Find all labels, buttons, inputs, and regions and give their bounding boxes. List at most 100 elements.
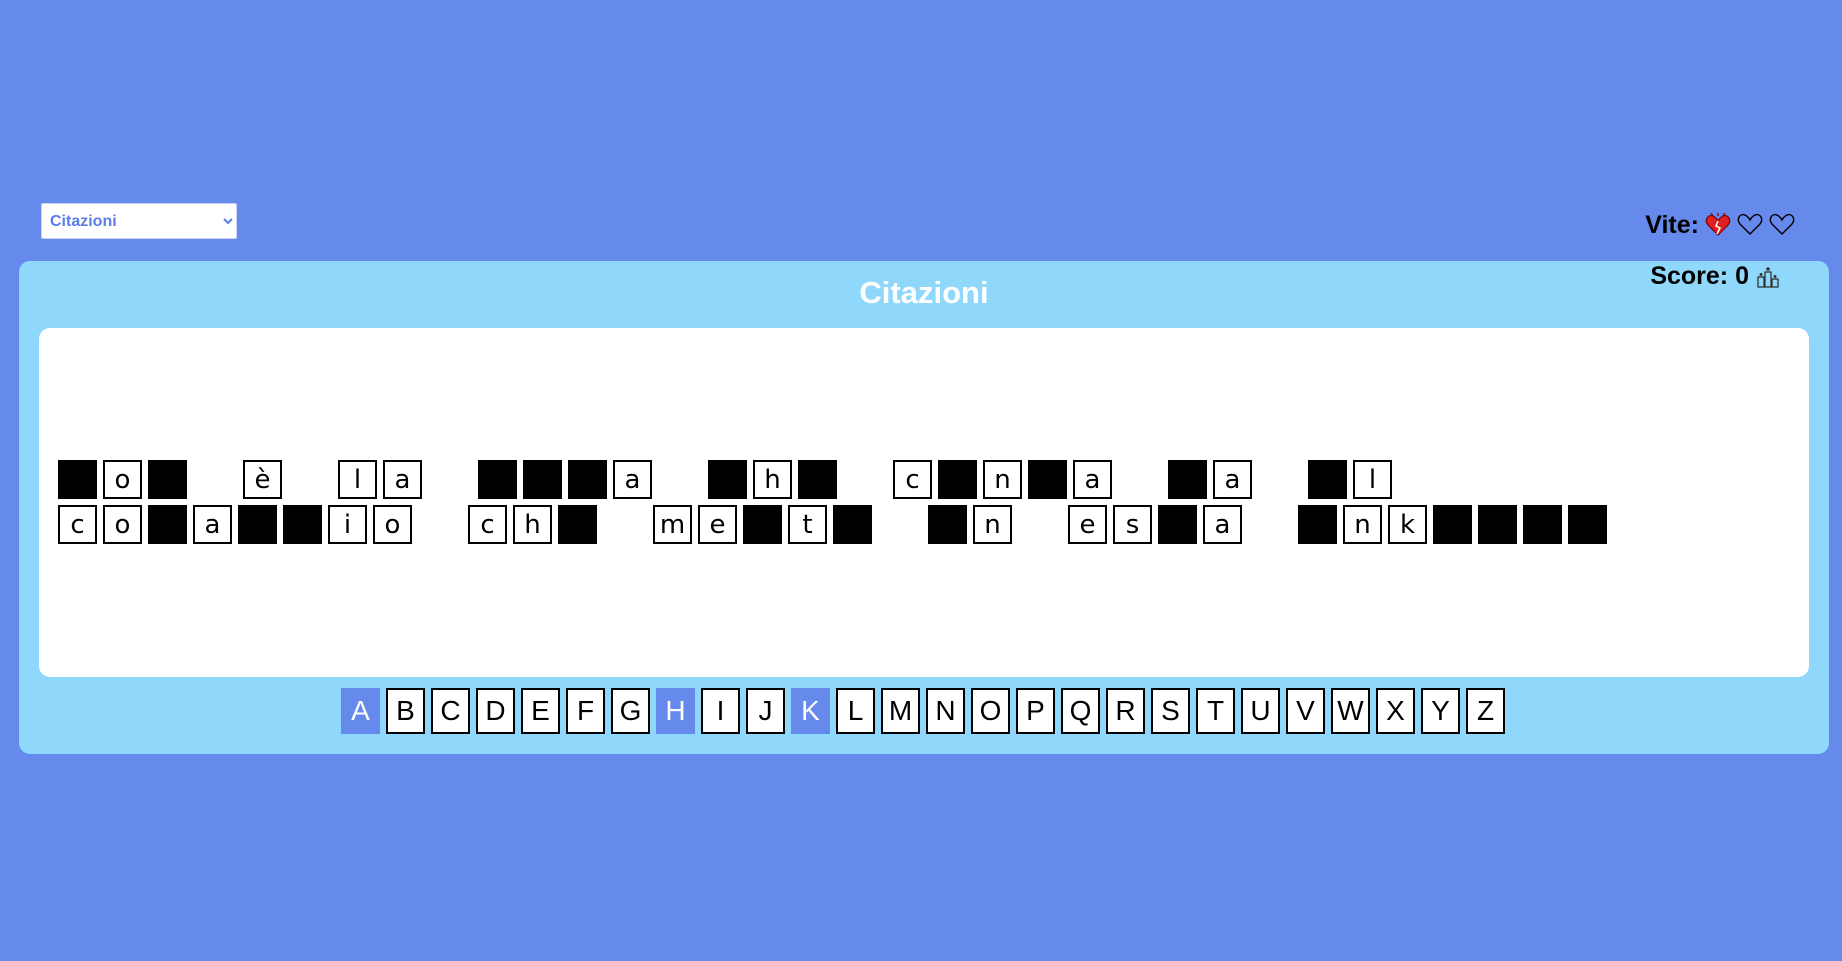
letter-key-z[interactable]: Z bbox=[1466, 688, 1505, 734]
letter-tile: a bbox=[1203, 505, 1242, 544]
phrase: oèlaahcnaalcoaiochmetnesank bbox=[58, 460, 1803, 544]
game-panel: Score: 0 Citazioni oèlaahcnaalcoaiochmet… bbox=[19, 261, 1829, 754]
phrase-board: oèlaahcnaalcoaiochmetnesank bbox=[39, 328, 1809, 677]
hidden-letter-tile bbox=[1028, 460, 1067, 499]
hidden-letter-tile bbox=[1568, 505, 1607, 544]
letter-tile: a bbox=[193, 505, 232, 544]
phrase-word: la bbox=[338, 460, 428, 499]
heart-broken-icon bbox=[1705, 212, 1731, 237]
letter-key-r[interactable]: R bbox=[1106, 688, 1145, 734]
letter-key-b[interactable]: B bbox=[386, 688, 425, 734]
letter-tile: s bbox=[1113, 505, 1152, 544]
letter-key-j[interactable]: J bbox=[746, 688, 785, 734]
letter-tile: a bbox=[1073, 460, 1112, 499]
letter-key-g[interactable]: G bbox=[611, 688, 650, 734]
lives-label: Vite: bbox=[1645, 210, 1699, 239]
letter-key-w[interactable]: W bbox=[1331, 688, 1370, 734]
letter-tile: c bbox=[893, 460, 932, 499]
letter-tile: a bbox=[1213, 460, 1252, 499]
hidden-letter-tile bbox=[58, 460, 97, 499]
phrase-word: cna bbox=[893, 460, 1118, 499]
letter-tile: t bbox=[788, 505, 827, 544]
letter-tile: o bbox=[373, 505, 412, 544]
hidden-letter-tile bbox=[148, 505, 187, 544]
letter-tile: h bbox=[513, 505, 552, 544]
hidden-letter-tile bbox=[523, 460, 562, 499]
heart-outline-icon bbox=[1737, 213, 1763, 237]
hidden-letter-tile bbox=[938, 460, 977, 499]
letter-key-u[interactable]: U bbox=[1241, 688, 1280, 734]
hidden-letter-tile bbox=[558, 505, 597, 544]
letter-tile: e bbox=[1068, 505, 1107, 544]
letter-tile: o bbox=[103, 505, 142, 544]
phrase-word: nk bbox=[1298, 505, 1613, 544]
phrase-word: è bbox=[243, 460, 288, 499]
letter-tile: n bbox=[983, 460, 1022, 499]
letter-key-q[interactable]: Q bbox=[1061, 688, 1100, 734]
letter-tile: m bbox=[653, 505, 692, 544]
hidden-letter-tile bbox=[833, 505, 872, 544]
phrase-word: a bbox=[1168, 460, 1258, 499]
letter-key-h[interactable]: H bbox=[656, 688, 695, 734]
letter-tile: e bbox=[698, 505, 737, 544]
hidden-letter-tile bbox=[743, 505, 782, 544]
letter-tile: o bbox=[103, 460, 142, 499]
hidden-letter-tile bbox=[1308, 460, 1347, 499]
phrase-word: ch bbox=[468, 505, 603, 544]
letter-tile: c bbox=[58, 505, 97, 544]
letter-key-i[interactable]: I bbox=[701, 688, 740, 734]
letter-key-v[interactable]: V bbox=[1286, 688, 1325, 734]
hidden-letter-tile bbox=[478, 460, 517, 499]
phrase-word: coaio bbox=[58, 505, 418, 544]
letter-tile: è bbox=[243, 460, 282, 499]
letter-key-t[interactable]: T bbox=[1196, 688, 1235, 734]
hidden-letter-tile bbox=[1158, 505, 1197, 544]
letter-key-m[interactable]: M bbox=[881, 688, 920, 734]
letter-tile: n bbox=[1343, 505, 1382, 544]
panel-title: Citazioni bbox=[859, 275, 989, 310]
letter-key-y[interactable]: Y bbox=[1421, 688, 1460, 734]
letter-tile: l bbox=[1353, 460, 1392, 499]
category-select[interactable]: Citazioni bbox=[41, 203, 237, 239]
hidden-letter-tile bbox=[1523, 505, 1562, 544]
letter-tile: i bbox=[328, 505, 367, 544]
hidden-letter-tile bbox=[1298, 505, 1337, 544]
letter-key-n[interactable]: N bbox=[926, 688, 965, 734]
hidden-letter-tile bbox=[283, 505, 322, 544]
letter-tile: a bbox=[613, 460, 652, 499]
letter-keyboard: ABCDEFGHIJKLMNOPQRSTUVWXYZ bbox=[341, 688, 1511, 734]
letter-key-k[interactable]: K bbox=[791, 688, 830, 734]
hidden-letter-tile bbox=[1478, 505, 1517, 544]
phrase-word: n bbox=[928, 505, 1018, 544]
heart-outline-icon bbox=[1769, 213, 1795, 237]
phrase-word: l bbox=[1308, 460, 1398, 499]
hidden-letter-tile bbox=[708, 460, 747, 499]
letter-key-s[interactable]: S bbox=[1151, 688, 1190, 734]
letter-tile: l bbox=[338, 460, 377, 499]
letter-key-d[interactable]: D bbox=[476, 688, 515, 734]
letter-key-f[interactable]: F bbox=[566, 688, 605, 734]
letter-tile: k bbox=[1388, 505, 1427, 544]
hidden-letter-tile bbox=[1168, 460, 1207, 499]
phrase-word: o bbox=[58, 460, 193, 499]
letter-key-p[interactable]: P bbox=[1016, 688, 1055, 734]
letter-tile: c bbox=[468, 505, 507, 544]
phrase-word: es a bbox=[1068, 505, 1248, 544]
letter-key-e[interactable]: E bbox=[521, 688, 560, 734]
letter-key-o[interactable]: O bbox=[971, 688, 1010, 734]
letter-tile: n bbox=[973, 505, 1012, 544]
letter-key-c[interactable]: C bbox=[431, 688, 470, 734]
letter-key-l[interactable]: L bbox=[836, 688, 875, 734]
hidden-letter-tile bbox=[238, 505, 277, 544]
hidden-letter-tile bbox=[148, 460, 187, 499]
hidden-letter-tile bbox=[568, 460, 607, 499]
phrase-word: h bbox=[708, 460, 843, 499]
phrase-word: me t bbox=[653, 505, 878, 544]
hidden-letter-tile bbox=[798, 460, 837, 499]
letter-key-a[interactable]: A bbox=[341, 688, 380, 734]
lives-display: Vite: bbox=[1645, 209, 1795, 241]
hidden-letter-tile bbox=[1433, 505, 1472, 544]
letter-tile: h bbox=[753, 460, 792, 499]
letter-key-x[interactable]: X bbox=[1376, 688, 1415, 734]
letter-tile: a bbox=[383, 460, 422, 499]
